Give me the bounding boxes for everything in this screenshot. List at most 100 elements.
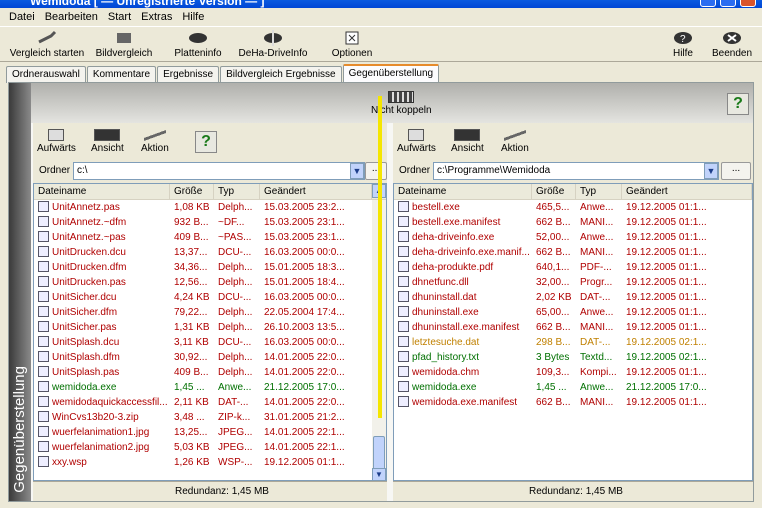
file-name-text: wemidoda.exe.manifest [412,397,518,408]
file-date-text: 19.12.2005 01:1... [626,232,707,243]
file-row[interactable]: bestell.exe.manifest 662 B... MANI... 19.12… [394,215,752,230]
maximize-button[interactable] [720,0,736,7]
file-size-text: 1,45 ... [536,382,567,393]
right-browse-button[interactable]: ... [721,162,751,180]
file-row[interactable]: dhuninstall.exe.manifest 662 B... MANI... 1… [394,320,752,335]
file-icon [398,261,409,272]
file-row[interactable]: UnitSplash.pas 409 B... Delph... 14.01.2005… [34,365,386,380]
file-row[interactable]: UnitDrucken.pas 12,56... Delph... 15.01.200… [34,275,386,290]
left-folder-dropdown-icon[interactable]: ▼ [350,163,364,179]
menu-bearbeiten[interactable]: Bearbeiten [40,11,103,23]
col-size[interactable]: Größe [532,184,576,199]
file-type: WSP-... [214,455,260,470]
tab-ordnerauswahl[interactable]: Ordnerauswahl [6,66,86,83]
menu-datei[interactable]: Datei [4,11,40,23]
file-type-text: ~DF... [218,217,245,228]
file-row[interactable]: UnitSicher.dfm 79,22... Delph... 22.05.2004… [34,305,386,320]
drive-icon [264,30,282,46]
top-help-button[interactable]: ? [727,93,749,115]
col-type[interactable]: Typ [576,184,622,199]
file-row[interactable]: UnitSplash.dcu 3,11 KB DCU-... 16.03.2005 0… [34,335,386,350]
file-row[interactable]: UnitSplash.dfm 30,92... Delph... 14.01.2005… [34,350,386,365]
file-date: 19.12.2005 01:1... [622,365,752,380]
tab-kommentare[interactable]: Kommentare [86,66,157,83]
tab-gegenueberstellung[interactable]: Gegenüberstellung [342,64,440,83]
file-size-text: 65,00... [536,307,570,318]
file-date-text: 14.01.2005 22:0... [264,367,345,378]
file-row[interactable]: WinCvs13b20-3.zip 3,48 ... ZIP-k... 31.01.2… [34,410,386,425]
options-button[interactable]: Optionen [328,30,376,62]
file-row[interactable]: deha-produkte.pdf 640,1... PDF-... 19.12.20… [394,260,752,275]
file-row[interactable]: pfad_history.txt 3 Bytes Textd... 19.12.200… [394,350,752,365]
left-folder-input[interactable]: c:\ [73,162,365,180]
file-type-text: Textd... [580,352,613,363]
compare-start-button[interactable]: Vergleich starten [8,30,86,62]
left-action-button[interactable]: Aktion [141,129,169,154]
file-row[interactable]: wemidoda.exe 1,45 ... Anwe... 21.12.2005 17… [394,380,752,395]
file-row[interactable]: UnitSicher.dcu 4,24 KB DCU-... 16.03.2005 0… [34,290,386,305]
help-button[interactable]: ? Hilfe [668,30,698,62]
left-pane: Aufwärts Ansicht Aktion ? Ordner c:\ ▼ .… [33,123,387,501]
scroll-down-icon[interactable]: ▼ [372,468,386,480]
right-action-button[interactable]: Aktion [501,129,529,154]
file-row[interactable]: UnitDrucken.dcu 13,37... DCU-... 16.03.2005… [34,245,386,260]
left-browse-button[interactable]: ... [365,162,387,180]
file-row[interactable]: xxy.wsp 1,26 KB WSP-... 19.12.2005 01:1... [34,455,386,470]
file-row[interactable]: wuerfelanimation1.jpg 13,25... JPEG... 14.0… [34,425,386,440]
col-name[interactable]: Dateiname [34,184,170,199]
minimize-button[interactable] [700,0,716,7]
exit-button[interactable]: Beenden [710,30,754,62]
tab-ergebnisse[interactable]: Ergebnisse [157,66,220,83]
col-name[interactable]: Dateiname [394,184,532,199]
file-row[interactable]: wemidodaquickaccessfil... 2,11 KB DAT-... 1… [34,395,386,410]
file-row[interactable]: letztesuche.dat 298 B... DAT-... 19.12.2005… [394,335,752,350]
file-type-text: Delph... [218,352,253,363]
file-type-text: ~PAS... [218,232,252,243]
right-folder-input[interactable]: c:\Programme\Wemidoda [433,162,719,180]
file-name: wuerfelanimation2.jpg [34,440,170,455]
image-compare-button[interactable]: Bildvergleich [92,30,156,62]
file-row[interactable]: UnitSicher.pas 1,31 KB Delph... 26.10.2003 … [34,320,386,335]
close-window-button[interactable] [740,0,756,7]
col-date[interactable]: Geändert [260,184,372,199]
file-type: Textd... [576,350,622,365]
file-row[interactable]: UnitAnnetz.~pas 409 B... ~PAS... 15.03.2005… [34,230,386,245]
file-row[interactable]: bestell.exe 465,5... Anwe... 19.12.2005 01:… [394,200,752,215]
file-row[interactable]: wuerfelanimation2.jpg 5,03 KB JPEG... 14.01… [34,440,386,455]
right-view-button[interactable]: Ansicht [451,129,484,154]
menu-hilfe[interactable]: Hilfe [177,11,209,23]
file-row[interactable]: wemidoda.chm 109,3... Kompi... 19.12.2005 0… [394,365,752,380]
right-folder-dropdown-icon[interactable]: ▼ [704,163,718,179]
file-row[interactable]: dhuninstall.dat 2,02 KB DAT-... 19.12.2005 … [394,290,752,305]
pane-divider[interactable] [378,96,382,418]
col-type[interactable]: Typ [214,184,260,199]
col-date[interactable]: Geändert [622,184,752,199]
file-row[interactable]: UnitDrucken.dfm 34,36... Delph... 15.01.200… [34,260,386,275]
left-view-button[interactable]: Ansicht [91,129,124,154]
view-icon [454,129,481,141]
file-row[interactable]: dhnetfunc.dll 32,00... Progr... 19.12.2005 … [394,275,752,290]
file-type: ~PAS... [214,230,260,245]
disk-info-button[interactable]: Platteninfo [170,30,226,62]
action-check-icon [143,129,166,141]
file-row[interactable]: UnitAnnetz.pas 1,08 KB Delph... 15.03.2005 … [34,200,386,215]
menu-start[interactable]: Start [103,11,136,23]
left-help-button[interactable]: ? [195,131,217,153]
file-row[interactable]: deha-driveinfo.exe 52,00... Anwe... 19.12.2… [394,230,752,245]
drive-info-button[interactable]: DeHa-DriveInfo [238,30,308,62]
tab-bildvergleich-ergebnisse[interactable]: Bildvergleich Ergebnisse [220,66,342,83]
right-up-button[interactable]: Aufwärts [397,129,436,154]
file-date-text: 19.12.2005 01:1... [626,322,707,333]
file-row[interactable]: wemidoda.exe.manifest 662 B... MANI... 19.1… [394,395,752,410]
menu-extras[interactable]: Extras [136,11,177,23]
file-row[interactable]: wemidoda.exe 1,45 ... Anwe... 21.12.2005 17… [34,380,386,395]
file-type: ~DF... [214,215,260,230]
file-type: Kompi... [576,365,622,380]
file-row[interactable]: dhuninstall.exe 65,00... Anwe... 19.12.2005… [394,305,752,320]
file-size-text: 30,92... [174,352,208,363]
left-up-button[interactable]: Aufwärts [37,129,76,154]
file-row[interactable]: deha-driveinfo.exe.manif... 662 B... MANI.… [394,245,752,260]
left-scroll-thumb[interactable] [373,436,385,470]
file-row[interactable]: UnitAnnetz.~dfm 932 B... ~DF... 15.03.2005 … [34,215,386,230]
col-size[interactable]: Größe [170,184,214,199]
